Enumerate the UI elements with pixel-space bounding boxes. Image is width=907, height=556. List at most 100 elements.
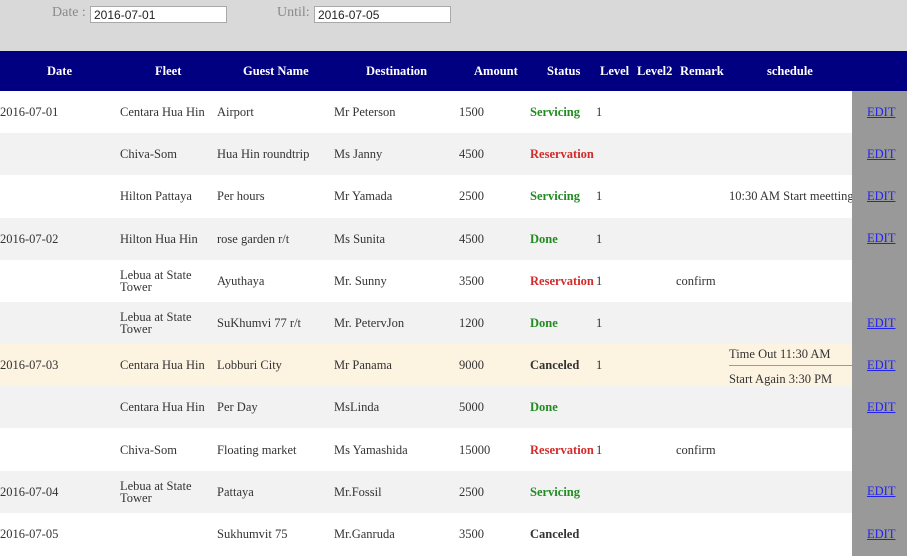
cell-guest-name: Per Day [217, 400, 258, 415]
cell-guest-name: Floating market [217, 442, 297, 457]
edit-link[interactable]: EDIT [867, 386, 895, 428]
cell-date: 2016-07-05 [0, 527, 59, 541]
status-badge: Servicing [530, 189, 580, 204]
cell-fleet: Chiva-Som [120, 147, 177, 162]
schedule-line-2: Start Again 3:30 PM [729, 372, 833, 387]
edit-link[interactable]: EDIT [867, 175, 895, 217]
cell-destination: Ms Sunita [334, 231, 386, 246]
cell-guest-name: Airport [217, 105, 254, 119]
table-row: Lebua at State Tower Ayuthaya Mr. Sunny 350… [0, 259, 907, 302]
cell-fleet: Lebua at State Tower [120, 267, 192, 294]
table-row: 2016-07-05 Sukhumvit 75 Mr.Ganruda 3500 Canc… [0, 513, 907, 555]
cell-destination: Mr.Ganruda [334, 527, 395, 541]
status-badge: Servicing [530, 105, 580, 119]
date-input[interactable] [90, 6, 227, 23]
cell-date: 2016-07-02 [0, 231, 59, 246]
until-label: Until: [277, 5, 310, 20]
cell-amount: 1200 [459, 316, 484, 330]
cell-remark: confirm [676, 273, 716, 288]
table-row: Hilton Pattaya Per hours Mr Yamada 2500 Serv… [0, 175, 907, 218]
table-header: Date Fleet Guest Name Destination Amount… [0, 51, 907, 91]
col-guest-name: Guest Name [243, 64, 309, 78]
cell-destination: Ms Yamashida [334, 442, 408, 457]
cell-level: 1 [596, 316, 603, 330]
table-row: Centara Hua Hin Per Day MsLinda 5000 Done [0, 386, 907, 429]
cell-fleet: Lebua at State Tower [120, 478, 192, 505]
col-date: Date [47, 64, 72, 78]
cell-amount: 2500 [459, 484, 484, 499]
cell-amount: 1500 [459, 105, 484, 119]
cell-guest-name: Ayuthaya [217, 273, 265, 288]
status-badge: Done [530, 400, 558, 415]
cell-date: 2016-07-01 [0, 105, 59, 119]
cell-fleet: Lebua at State Tower [120, 310, 192, 336]
edit-link[interactable]: EDIT [867, 302, 895, 344]
schedule-line-1: Time Out 11:30 AM [729, 347, 831, 362]
edit-link[interactable]: EDIT [867, 513, 895, 555]
cell-guest-name: Pattaya [217, 484, 254, 499]
status-badge: Canceled [530, 527, 580, 541]
cell-fleet: Hilton Hua Hin [120, 231, 198, 246]
cell-destination: Mr. PetervJon [334, 316, 405, 330]
cell-fleet: Centara Hua Hin [120, 105, 205, 119]
cell-fleet: Hilton Pattaya [120, 189, 192, 204]
cell-fleet: Centara Hua Hin [120, 358, 205, 373]
col-level: Level [600, 64, 630, 78]
cell-schedule: Time Out 11:30 AM Start Again 3:30 PM [729, 344, 852, 386]
cell-amount: 4500 [459, 231, 484, 246]
table-row: 2016-07-04 Lebua at State Tower Pattaya Mr.… [0, 470, 907, 513]
cell-guest-name: Sukhumvit 75 [217, 527, 288, 541]
status-badge: Reservation [530, 273, 594, 288]
cell-schedule: 10:30 AM Start meetting [729, 189, 854, 204]
status-badge: Reservation [530, 442, 594, 457]
col-amount: Amount [474, 64, 518, 78]
cell-destination: Mr.Fossil [334, 484, 382, 499]
cell-fleet: Chiva-Som [120, 442, 177, 457]
col-schedule: schedule [767, 64, 813, 78]
table-row: Chiva-Som Hua Hin roundtrip Ms Janny 4500 Re… [0, 133, 907, 176]
cell-level: 1 [596, 231, 603, 246]
cell-guest-name: Lobburi City [217, 358, 282, 373]
col-destination: Destination [366, 64, 428, 78]
cell-level: 1 [596, 442, 603, 457]
cell-remark: confirm [676, 442, 716, 457]
status-badge: Servicing [530, 484, 580, 499]
cell-level: 1 [596, 189, 603, 204]
edit-link[interactable]: EDIT [867, 91, 895, 133]
edit-link[interactable]: EDIT [867, 218, 895, 260]
cell-destination: Mr Panama [334, 358, 392, 373]
edit-link[interactable]: EDIT [867, 471, 895, 513]
cell-level: 1 [596, 358, 603, 373]
cell-fleet: Centara Hua Hin [120, 400, 205, 415]
cell-amount: 3500 [459, 527, 484, 541]
col-status: Status [547, 64, 581, 78]
cell-amount: 15000 [459, 442, 491, 457]
table-row: Chiva-Som Floating market Ms Yamashida 1500… [0, 428, 907, 471]
cell-amount: 3500 [459, 273, 484, 288]
cell-amount: 4500 [459, 147, 484, 162]
cell-destination: Mr Yamada [334, 189, 393, 204]
edit-link[interactable]: EDIT [867, 344, 895, 386]
cell-amount: 2500 [459, 189, 484, 204]
cell-guest-name: rose garden r/t [217, 231, 290, 246]
status-badge: Canceled [530, 358, 580, 373]
cell-destination: MsLinda [334, 400, 380, 415]
filter-bar: Date : Until: [0, 0, 907, 51]
edit-link[interactable]: EDIT [867, 133, 895, 175]
until-input[interactable] [314, 6, 451, 23]
cell-guest-name: Hua Hin roundtrip [217, 147, 310, 162]
table-row: Lebua at State Tower SuKhumvi 77 r/t Mr. P… [0, 302, 907, 344]
col-fleet: Fleet [155, 64, 182, 78]
col-level2: Level2 [637, 64, 673, 78]
table-row: 2016-07-03 Centara Hua Hin Lobburi City Mr … [0, 344, 907, 387]
cell-guest-name: Per hours [217, 189, 265, 204]
cell-amount: 9000 [459, 358, 484, 373]
cell-level: 1 [596, 273, 603, 288]
col-remark: Remark [680, 64, 724, 78]
cell-destination: Ms Janny [334, 147, 383, 162]
status-badge: Reservation [530, 147, 594, 162]
cell-guest-name: SuKhumvi 77 r/t [217, 316, 302, 330]
cell-amount: 5000 [459, 400, 484, 415]
table-row: 2016-07-01 Centara Hua Hin Airport Mr Peter… [0, 91, 907, 133]
cell-destination: Mr Peterson [334, 105, 396, 119]
